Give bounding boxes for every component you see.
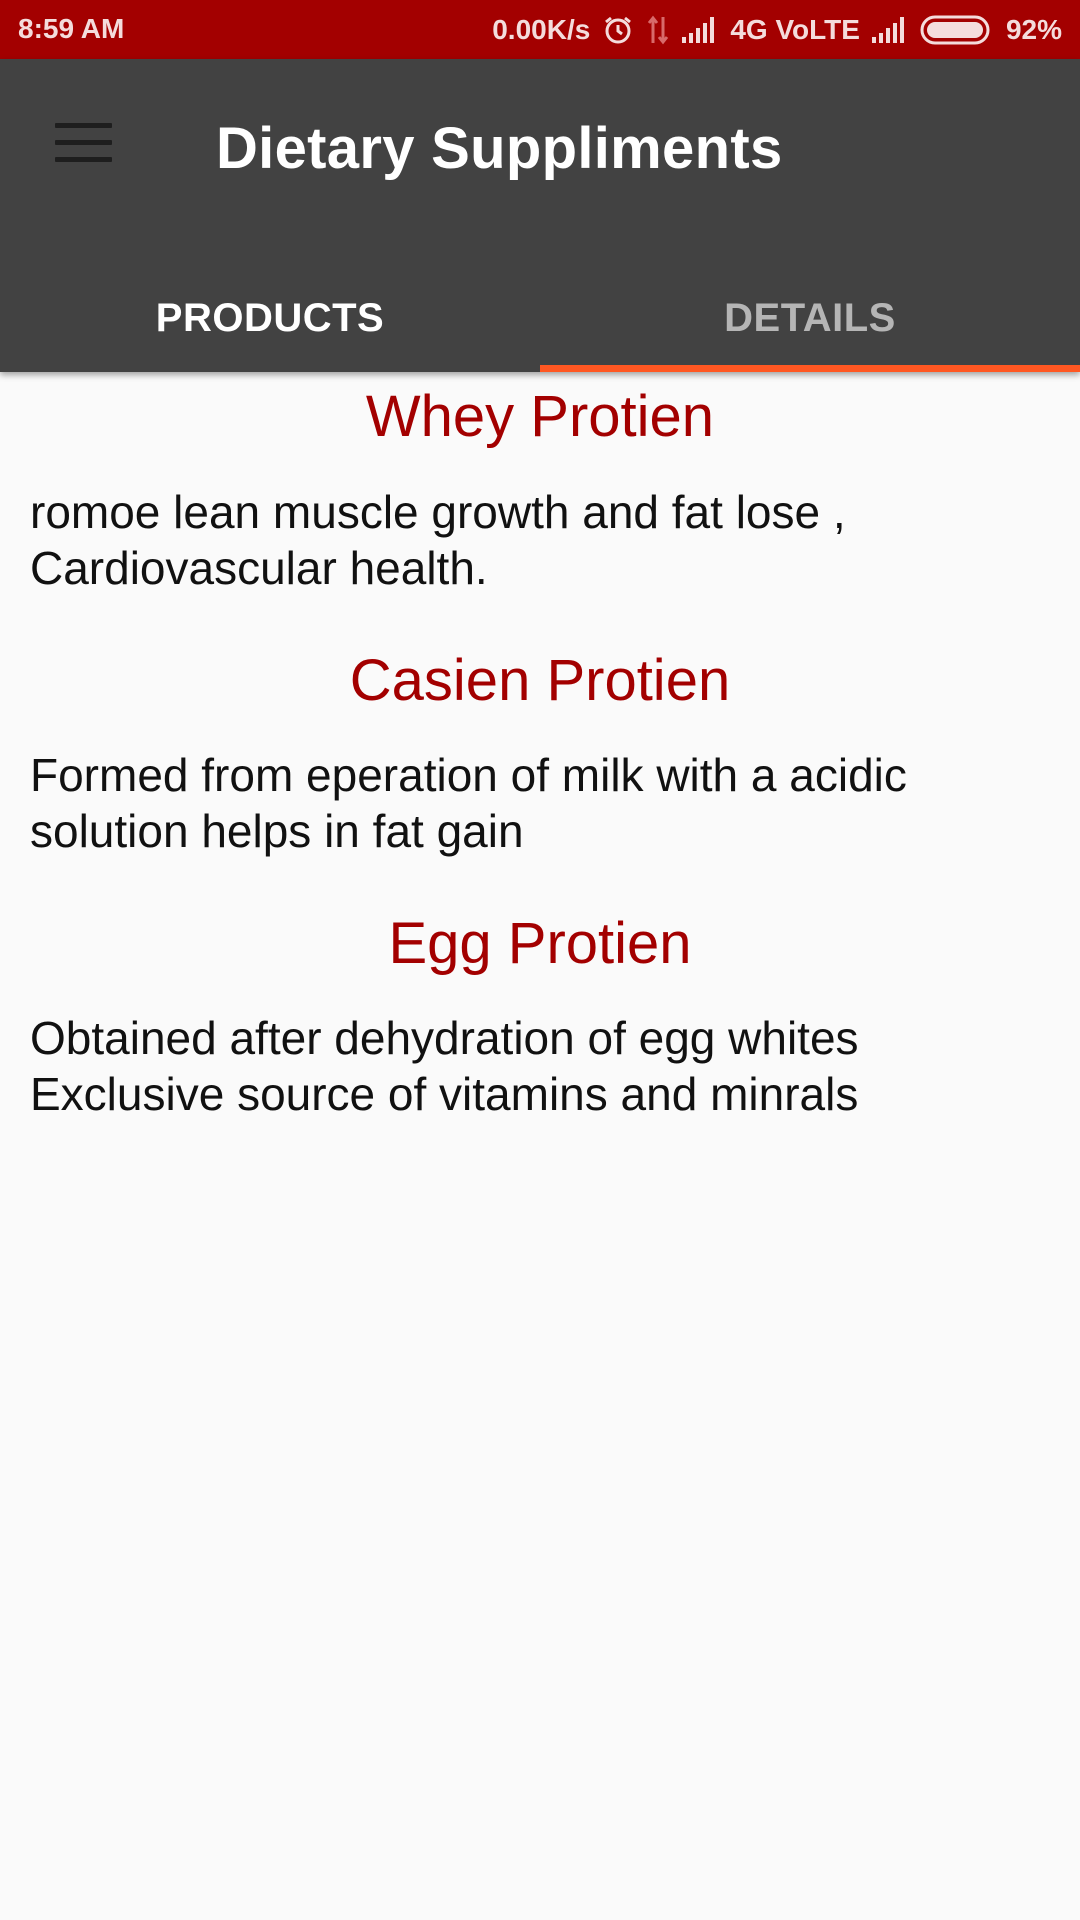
product-heading: Whey Protien: [365, 384, 715, 449]
product-heading: Egg Protien: [388, 911, 692, 976]
network-speed: 0.00K/s: [492, 14, 591, 45]
description-line: Formed from eperation of milk with a aci…: [30, 749, 907, 801]
data-arrows-icon: [648, 15, 669, 45]
product-section: Whey Protien: [0, 381, 1080, 453]
description-line: solution helps in fat gain: [30, 805, 524, 857]
app-bar: Dietary Suppliments PRODUCTS DETAILS: [0, 59, 1080, 372]
product-description: romoe lean muscle growth and fat lose , …: [0, 484, 1080, 596]
status-bar: 8:59 AM 0.00K/s 4G VoLTE 92%: [0, 0, 1080, 59]
tab-bar: PRODUCTS DETAILS: [0, 265, 1080, 372]
battery-icon: [920, 15, 990, 45]
battery-percent: 92%: [1005, 14, 1062, 45]
description-line: romoe lean muscle growth and fat lose ,: [30, 486, 846, 538]
app-title: Dietary Suppliments: [216, 116, 783, 181]
product-section: Casien Protien: [0, 645, 1080, 717]
product-section: Egg Protien: [0, 908, 1080, 980]
product-description: Formed from eperation of milk with a aci…: [0, 747, 1080, 859]
status-time: 8:59 AM: [18, 13, 125, 44]
product-description: Obtained after dehydration of egg whites…: [0, 1010, 1080, 1122]
description-line: Exclusive source of vitamins and minrals: [30, 1068, 859, 1120]
signal-icon: [682, 17, 715, 43]
tab-details[interactable]: DETAILS: [540, 265, 1080, 372]
tab-products[interactable]: PRODUCTS: [0, 265, 540, 372]
network-type: 4G VoLTE: [730, 14, 860, 45]
product-heading: Casien Protien: [349, 648, 731, 713]
description-line: Cardiovascular health.: [30, 542, 488, 594]
status-icons: 0.00K/s 4G VoLTE 92%: [492, 11, 1062, 49]
tab-indicator: [540, 365, 1080, 372]
menu-button[interactable]: [40, 111, 128, 191]
alarm-icon: [605, 16, 632, 44]
signal-icon: [871, 17, 904, 43]
description-line: Obtained after dehydration of egg whites: [30, 1012, 859, 1064]
